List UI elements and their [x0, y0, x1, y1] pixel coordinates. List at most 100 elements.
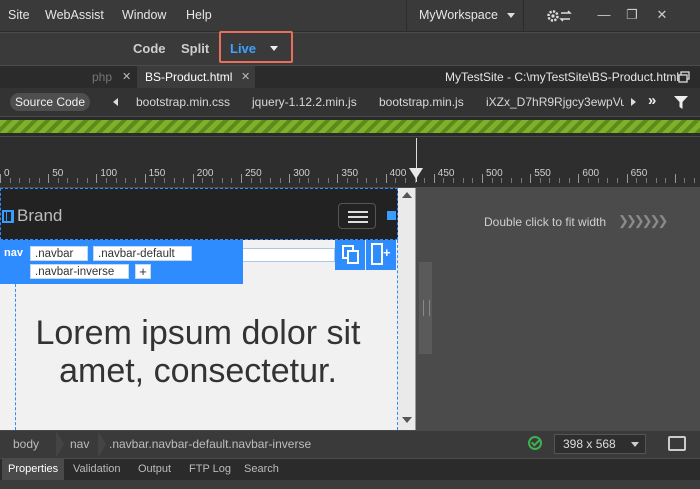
code-view-button[interactable]: Code	[133, 41, 166, 56]
insert-icon	[371, 243, 383, 265]
tab-php[interactable]: php	[6, 66, 116, 88]
sync-settings-icon[interactable]	[546, 8, 574, 24]
tab-bs-product[interactable]: BS-Product.html ✕	[137, 66, 255, 88]
navbar-element[interactable]: Brand	[0, 188, 398, 240]
scroll-right-icon[interactable]	[631, 98, 636, 106]
ruler-tick	[424, 178, 426, 183]
ruler-label: 500	[486, 168, 503, 179]
workspace-switcher[interactable]: MyWorkspace	[406, 0, 524, 32]
tab-properties[interactable]: Properties	[2, 459, 65, 480]
restore-icon[interactable]: ❐	[622, 6, 642, 24]
ruler-tick	[231, 178, 233, 183]
more-files-icon[interactable]: »	[648, 92, 656, 109]
element-hud: nav .navbar .navbar-default .navbar-inve…	[0, 240, 243, 284]
fit-width-arrows-icon[interactable]: ❯❯❯❯❯❯	[618, 213, 668, 229]
ruler-tick	[318, 178, 320, 183]
ruler-tick	[559, 178, 561, 183]
crumb-separator	[56, 431, 64, 458]
menu-webassist[interactable]: WebAssist	[45, 8, 104, 22]
ruler-tick	[626, 174, 628, 183]
hud-class-input[interactable]	[243, 248, 335, 262]
media-query-stripe[interactable]	[0, 120, 700, 133]
ruler-label: 650	[630, 168, 648, 179]
crumb-body[interactable]: body	[13, 437, 39, 451]
navbar-toggle-button[interactable]	[338, 203, 376, 229]
ruler-tick	[665, 178, 667, 183]
ruler-tick	[472, 178, 474, 183]
chevron-down-icon	[631, 442, 639, 447]
hud-class-navbar-default[interactable]: .navbar-default	[93, 246, 192, 261]
tab-validation[interactable]: Validation	[73, 459, 121, 480]
ruler-label: 300	[293, 168, 310, 179]
maximize-doc-icon[interactable]	[678, 71, 690, 83]
viewport-resize-grip[interactable]	[419, 262, 432, 354]
source-code-button[interactable]: Source Code	[10, 93, 90, 111]
media-query-bar[interactable]	[0, 117, 700, 136]
tab-search[interactable]: Search	[244, 459, 279, 480]
duplicate-icon-front	[347, 250, 359, 264]
live-dropdown-icon[interactable]	[270, 46, 278, 51]
scroll-down-icon[interactable]	[402, 417, 412, 423]
selection-handle[interactable]	[387, 211, 396, 220]
ruler-tick	[385, 174, 387, 183]
crumb-nav[interactable]: nav	[70, 437, 89, 451]
file-font-css[interactable]: iXZx_D7hR9Rjgcy3ewpVu	[486, 95, 624, 109]
ruler-tick	[279, 178, 281, 183]
viewport-width-handle[interactable]	[409, 168, 423, 179]
navbar-brand[interactable]: Brand	[17, 206, 62, 226]
ruler-label: 50	[52, 168, 64, 179]
hamburger-line	[348, 216, 368, 218]
ruler-tick	[28, 178, 30, 183]
viewport-scrollbar[interactable]	[398, 188, 415, 430]
ruler-tick	[616, 178, 618, 183]
file-bootstrap-css[interactable]: bootstrap.min.css	[136, 95, 230, 109]
ruler-tick	[578, 174, 580, 183]
page-heading[interactable]: Lorem ipsum dolor sit amet, consectetur.	[18, 314, 378, 390]
crumb-navbar-classes[interactable]: .navbar.navbar-default.navbar-inverse	[109, 437, 311, 451]
ruler-label: 100	[100, 168, 118, 179]
ruler-tick	[289, 174, 291, 183]
ruler-tick	[520, 178, 522, 183]
ruler-tick	[366, 178, 368, 183]
ruler-label: 250	[245, 168, 262, 179]
ruler-tick	[192, 174, 194, 183]
filter-icon[interactable]	[674, 96, 688, 109]
ruler-tick	[86, 178, 88, 183]
workspace-label: MyWorkspace	[419, 8, 498, 22]
file-bootstrap-js[interactable]: bootstrap.min.js	[379, 95, 464, 109]
scroll-left-icon[interactable]	[113, 98, 118, 106]
menu-site[interactable]: Site	[8, 8, 30, 22]
ruler-tick	[462, 178, 464, 183]
scroll-up-icon[interactable]	[402, 192, 412, 198]
validation-ok-icon[interactable]	[528, 436, 542, 450]
menu-bar: Site WebAssist Window Help MyWorkspace —…	[0, 0, 700, 32]
minimize-icon[interactable]: —	[594, 6, 614, 24]
tab-ftp-log[interactable]: FTP Log	[189, 459, 231, 480]
real-time-preview-icon[interactable]	[668, 436, 686, 451]
close-tab-icon[interactable]: ✕	[241, 66, 250, 88]
file-jquery-js[interactable]: jquery-1.12.2.min.js	[252, 95, 357, 109]
tab-label: BS-Product.html	[145, 70, 233, 84]
element-badge-icon	[2, 210, 14, 223]
ruler-label: 0	[4, 168, 10, 179]
hud-class-navbar[interactable]: .navbar	[30, 246, 88, 261]
ruler-tick	[433, 174, 435, 183]
hud-add-class-button[interactable]: +	[135, 264, 151, 279]
tab-output[interactable]: Output	[138, 459, 171, 480]
insert-element-button[interactable]: +	[366, 240, 396, 270]
ruler-label: 550	[534, 168, 551, 179]
menu-window[interactable]: Window	[122, 8, 166, 22]
menu-help[interactable]: Help	[186, 8, 212, 22]
live-view-viewport[interactable]: Brand nav .navbar .navbar-default .navba…	[0, 188, 416, 430]
tab-label: php	[92, 70, 113, 84]
close-tab-icon[interactable]: ✕	[122, 66, 131, 88]
hamburger-line	[348, 211, 368, 213]
close-icon[interactable]: ✕	[652, 6, 672, 24]
hamburger-line	[348, 221, 368, 223]
fit-width-hint: Double click to fit width	[484, 215, 607, 229]
hud-class-navbar-inverse[interactable]: .navbar-inverse	[30, 264, 129, 279]
duplicate-element-button[interactable]	[335, 240, 365, 270]
split-view-button[interactable]: Split	[181, 41, 209, 56]
related-files-bar: Source Code bootstrap.min.css jquery-1.1…	[0, 88, 700, 116]
plus-icon: +	[383, 245, 391, 260]
